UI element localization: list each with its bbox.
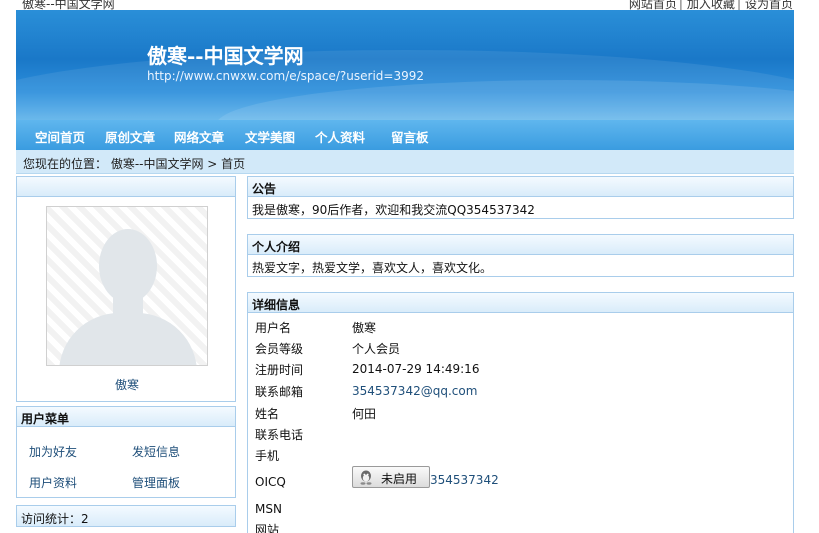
oicq-row: 未启用 354537342 — [248, 466, 795, 492]
qq-status-button[interactable]: 未启用 — [352, 466, 430, 488]
detail-label: 手机 — [255, 449, 280, 463]
detail-member-level: 个人会员 — [352, 342, 401, 356]
nav-space-home[interactable]: 空间首页 — [35, 127, 85, 146]
detail-label: 注册时间 — [255, 363, 304, 377]
nav-personal-info[interactable]: 个人资料 — [315, 127, 365, 146]
add-favorite-link[interactable]: 加入收藏 — [687, 0, 735, 10]
intro-text: 热爱文字，热爱文学，喜欢文人，喜欢文化。 — [252, 261, 493, 275]
detail-label: 联系电话 — [255, 428, 304, 442]
notice-title: 公告 — [248, 177, 793, 197]
notice-text: 我是傲寒，90后作者，欢迎和我交流QQ354537342 — [252, 203, 535, 217]
link-separator: | — [678, 0, 683, 10]
nav-original-articles[interactable]: 原创文章 — [105, 127, 155, 146]
qq-status-label: 未启用 — [381, 472, 418, 486]
link-separator: | — [736, 0, 741, 10]
user-profile-link[interactable]: 用户资料 — [29, 474, 77, 491]
space-title: 傲寒--中国文学网 — [147, 44, 304, 68]
top-links: 网站首页 | 加入收藏 | 设为首页 — [627, 0, 793, 10]
details-title: 详细信息 — [248, 293, 793, 313]
detail-label: 用户名 — [255, 321, 292, 335]
top-site-name: 傲寒--中国文学网 — [22, 0, 115, 10]
breadcrumb-text: 您现在的位置： 傲寒--中国文学网 > 首页 — [23, 157, 246, 171]
details-panel: 详细信息 用户名 傲寒 会员等级 个人会员 注册时间 2014-07-29 14… — [247, 292, 794, 533]
detail-label: MSN — [255, 502, 282, 516]
detail-email-link[interactable]: 354537342@qq.com — [352, 384, 477, 398]
detail-oicq-number[interactable]: 354537342 — [430, 473, 499, 487]
nav-web-articles[interactable]: 网络文章 — [174, 127, 224, 146]
admin-panel-link[interactable]: 管理面板 — [132, 474, 180, 491]
detail-label: 网站 — [255, 523, 280, 533]
profile-box: 傲寒 — [16, 176, 236, 402]
detail-real-name: 何田 — [352, 407, 377, 421]
detail-label: 会员等级 — [255, 342, 304, 356]
visit-stats: 访问统计：2 — [16, 505, 236, 527]
avatar-silhouette — [59, 313, 197, 365]
space-banner: 傲寒--中国文学网 http://www.cnwxw.com/e/space/?… — [16, 10, 794, 120]
user-menu-box: 用户菜单 加为好友 发短信息 用户资料 管理面板 — [16, 406, 236, 498]
intro-panel: 个人介绍 热爱文字，热爱文学，喜欢文人，喜欢文化。 — [247, 234, 794, 277]
details-table: 用户名 傲寒 会员等级 个人会员 注册时间 2014-07-29 14:49:1… — [248, 313, 793, 533]
space-url: http://www.cnwxw.com/e/space/?userid=399… — [147, 69, 424, 83]
visit-count: 访问统计：2 — [21, 512, 89, 526]
avatar[interactable] — [46, 206, 208, 366]
detail-label: 联系邮箱 — [255, 385, 304, 399]
set-homepage-link[interactable]: 设为首页 — [745, 0, 793, 10]
main-nav: 空间首页 原创文章 网络文章 文学美图 个人资料 留言板 — [16, 120, 794, 150]
send-message-link[interactable]: 发短信息 — [132, 443, 180, 460]
nav-literary-images[interactable]: 文学美图 — [245, 127, 295, 146]
detail-username: 傲寒 — [352, 321, 377, 335]
qq-penguin-icon — [359, 470, 373, 485]
add-friend-link[interactable]: 加为好友 — [29, 443, 77, 460]
detail-register-time: 2014-07-29 14:49:16 — [352, 362, 480, 376]
home-link[interactable]: 网站首页 — [629, 0, 677, 10]
breadcrumb: 您现在的位置： 傲寒--中国文学网 > 首页 — [16, 150, 794, 174]
top-bar: 傲寒--中国文学网 网站首页 | 加入收藏 | 设为首页 — [0, 0, 819, 10]
nav-guestbook[interactable]: 留言板 — [391, 127, 429, 146]
profile-username[interactable]: 傲寒 — [17, 376, 237, 393]
user-menu-title: 用户菜单 — [17, 407, 235, 427]
intro-title: 个人介绍 — [248, 235, 793, 255]
detail-label: 姓名 — [255, 407, 280, 421]
profile-box-header — [17, 177, 235, 197]
notice-panel: 公告 我是傲寒，90后作者，欢迎和我交流QQ354537342 — [247, 176, 794, 219]
avatar-silhouette — [99, 229, 157, 303]
